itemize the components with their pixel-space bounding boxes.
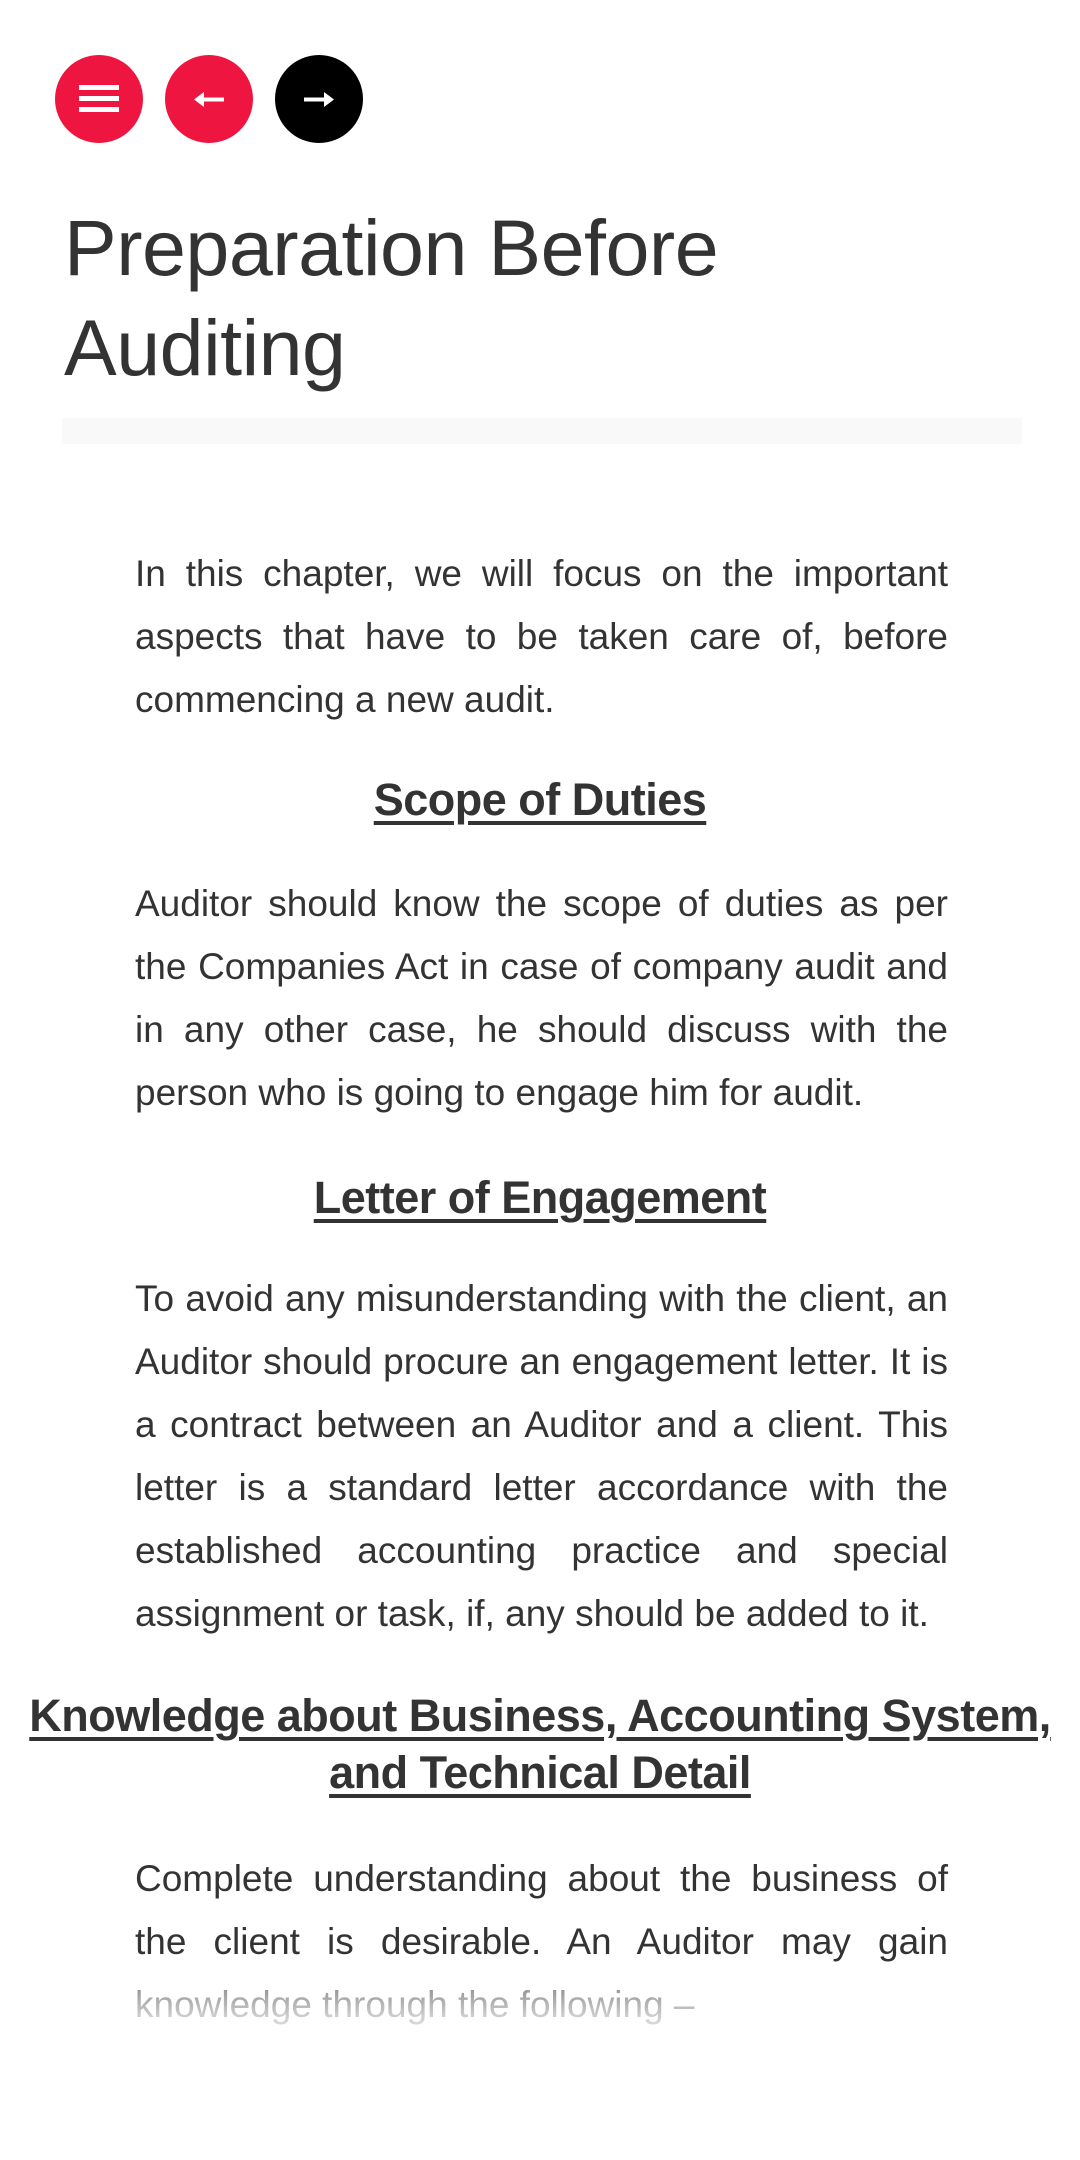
page-title: Preparation Before Auditing	[64, 203, 719, 392]
hamburger-menu-icon	[79, 85, 119, 112]
section-body-scope-of-duties: Auditor should know the scope of duties …	[135, 883, 948, 1113]
next-page-button[interactable]	[275, 55, 363, 143]
section-body-letter-of-engagement: To avoid any misunderstanding with the c…	[135, 1278, 948, 1634]
intro-paragraph: In this chapter, we will focus on the im…	[135, 553, 948, 720]
section-body-knowledge-about-business: Complete understanding about the busines…	[135, 1858, 948, 2025]
arrow-left-icon	[194, 92, 224, 107]
menu-button[interactable]	[55, 55, 143, 143]
section-heading-letter-of-engagement: Letter of Engagement	[313, 1172, 767, 1223]
arrow-right-icon	[304, 92, 334, 107]
navigation-buttons	[55, 55, 363, 143]
section-heading-scope-of-duties: Scope of Duties	[373, 774, 707, 825]
title-divider-bar	[62, 418, 1022, 444]
previous-page-button[interactable]	[165, 55, 253, 143]
section-heading-knowledge-about-business: Knowledge about Business, Accounting Sys…	[29, 1690, 1051, 1798]
